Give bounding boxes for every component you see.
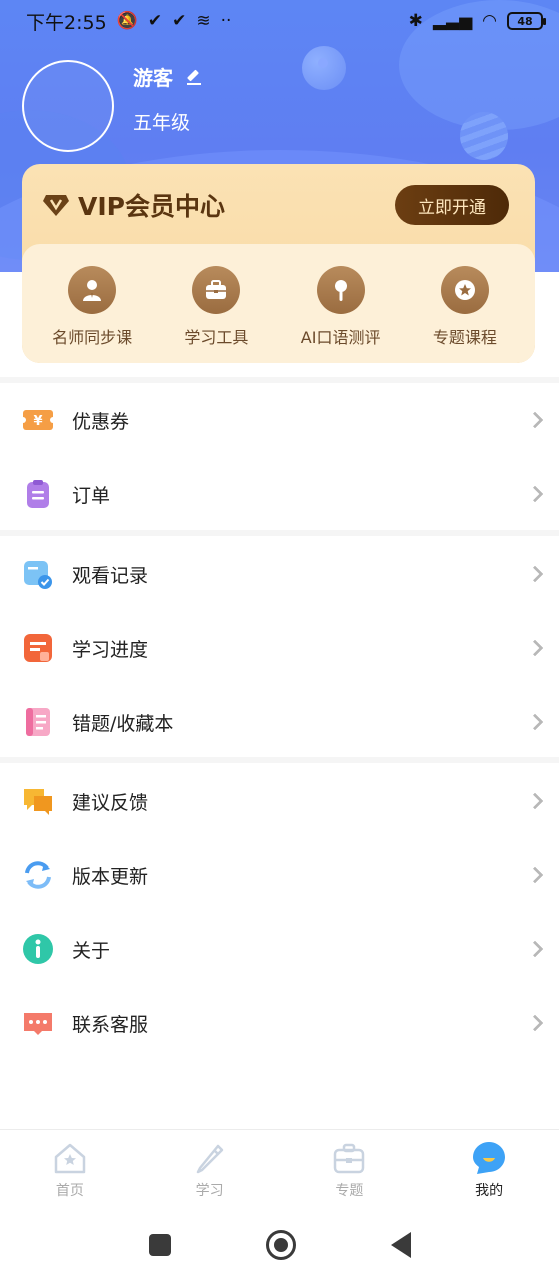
vip-item-teacher[interactable]: 名师同步课 [32, 266, 152, 363]
menu-item-about[interactable]: 关于 [0, 912, 559, 986]
vip-item-label: 专题课程 [432, 328, 497, 347]
vip-item-topic-course[interactable]: 专题课程 [405, 266, 525, 363]
order-icon [22, 478, 54, 510]
update-icon [22, 859, 54, 891]
chevron-right-icon [526, 713, 544, 731]
progress-icon [22, 632, 54, 664]
system-nav-bar [0, 1209, 559, 1280]
back-button[interactable] [390, 1231, 411, 1258]
briefcase-icon [331, 1140, 367, 1176]
vip-title: VIP会员中心 [78, 192, 225, 221]
svg-text:¥: ¥ [33, 414, 42, 429]
tab-label: 首页 [55, 1183, 84, 1199]
signal-icon: ▂▃▅ [432, 11, 473, 31]
layers-icon: ≋ [196, 11, 211, 31]
menu-label: 版本更新 [72, 865, 149, 888]
status-time: 下午2:55 [26, 11, 107, 34]
menu-label: 错题/收藏本 [72, 712, 174, 735]
notebook-icon [22, 706, 54, 738]
planet-decoration [302, 46, 346, 90]
vip-activate-button[interactable]: 立即开通 [395, 185, 509, 225]
coupon-icon: ¥ [22, 404, 54, 436]
chevron-right-icon [526, 485, 544, 503]
menu-item-coupon[interactable]: ¥ 优惠券 [0, 383, 559, 457]
tab-home[interactable]: 首页 [0, 1130, 140, 1209]
feedback-icon [22, 785, 54, 817]
menu-item-update[interactable]: 版本更新 [0, 838, 559, 912]
menu-group-1: ¥ 优惠券 订单 [0, 383, 559, 531]
menu-item-notebook[interactable]: 错题/收藏本 [0, 685, 559, 759]
status-bar: 下午2:55 🔕 ✔ ✔ ≋ ·· ✱ ▂▃▅ ◠ 48 [0, 0, 559, 42]
avatar[interactable] [22, 60, 114, 152]
tab-label: 我的 [475, 1183, 504, 1199]
diamond-icon [42, 193, 70, 217]
bottom-tab-bar: 首页 学习 专题 我的 [0, 1129, 559, 1209]
menu-label: 观看记录 [72, 564, 149, 587]
chevron-right-icon [526, 792, 544, 810]
star-icon [440, 266, 489, 314]
recent-apps-button[interactable] [148, 1233, 171, 1256]
check-icon: ✔ [172, 11, 187, 31]
planet-decoration [460, 112, 508, 160]
tab-label: 学习 [195, 1183, 224, 1199]
tab-topics[interactable]: 专题 [280, 1130, 420, 1209]
chevron-right-icon [526, 866, 544, 884]
menu-item-feedback[interactable]: 建议反馈 [0, 764, 559, 838]
menu-label: 关于 [72, 939, 111, 962]
wifi-icon: ◠ [482, 11, 497, 31]
vip-item-ai-speaking[interactable]: AI口语测评 [281, 266, 401, 363]
home-button[interactable] [265, 1229, 296, 1260]
tab-study[interactable]: 学习 [140, 1130, 280, 1209]
menu-label: 学习进度 [72, 638, 149, 661]
edit-icon[interactable] [185, 69, 201, 85]
chevron-right-icon [526, 411, 544, 429]
chevron-right-icon [526, 639, 544, 657]
menu-group-3: 建议反馈 版本更新 关于 联系客服 [0, 764, 559, 1060]
vip-item-label: 学习工具 [184, 328, 249, 347]
info-icon [22, 933, 54, 965]
username: 游客 [133, 66, 173, 90]
chevron-right-icon [526, 565, 544, 583]
vip-item-tools[interactable]: 学习工具 [156, 266, 276, 363]
menu-item-progress[interactable]: 学习进度 [0, 611, 559, 685]
check-icon: ✔ [147, 11, 163, 31]
menu-label: 订单 [72, 484, 111, 507]
battery-icon: 48 [507, 12, 546, 30]
vip-card: VIP会员中心 立即开通 名师同步课 学习工具 AI口语测评 专题课程 [22, 164, 535, 363]
menu-item-history[interactable]: 观看记录 [0, 537, 559, 611]
more-icon: ·· [220, 11, 232, 31]
menu-item-customer-service[interactable]: 联系客服 [0, 986, 559, 1060]
menu-group-2: 观看记录 学习进度 错题/收藏本 [0, 537, 559, 759]
pencil-icon [192, 1140, 228, 1176]
username-row[interactable]: 游客 [133, 62, 201, 91]
toolbox-icon [192, 266, 241, 314]
microphone-icon [316, 266, 365, 314]
tab-label: 专题 [335, 1183, 364, 1199]
menu-label: 联系客服 [72, 1013, 149, 1036]
chat-icon [22, 1007, 54, 1039]
vip-item-label: AI口语测评 [300, 328, 381, 347]
teacher-icon [68, 266, 117, 314]
home-icon [52, 1140, 88, 1176]
vip-item-label: 名师同步课 [52, 328, 133, 347]
tab-mine[interactable]: 我的 [419, 1130, 559, 1209]
history-icon [22, 558, 54, 590]
chevron-right-icon [526, 940, 544, 958]
menu-label: 建议反馈 [72, 791, 149, 814]
profile-bubble-icon [471, 1140, 507, 1176]
mute-icon: 🔕 [116, 11, 138, 31]
chevron-right-icon [526, 1014, 544, 1032]
menu-item-order[interactable]: 订单 [0, 457, 559, 531]
grade[interactable]: 五年级 [133, 108, 190, 135]
menu-label: 优惠券 [72, 410, 130, 433]
bluetooth-icon: ✱ [408, 11, 423, 31]
